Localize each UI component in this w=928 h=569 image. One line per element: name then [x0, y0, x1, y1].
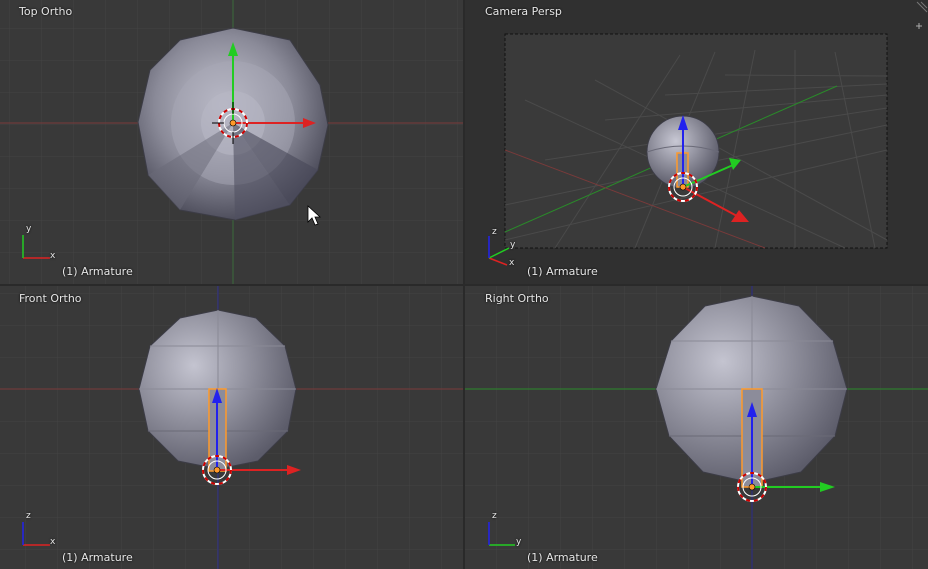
- viewport-front-ortho[interactable]: Front Ortho z x (1) Armature: [0, 286, 463, 569]
- front-ortho-canvas[interactable]: [0, 286, 463, 569]
- axis-label-c: z: [492, 227, 497, 237]
- top-ortho-canvas[interactable]: [0, 0, 463, 284]
- camera-persp-canvas[interactable]: [465, 0, 928, 284]
- axis-label-a: x: [50, 537, 56, 547]
- viewport-right-ortho[interactable]: Right Ortho z y (1) Armature: [465, 286, 928, 569]
- axis-label-a: x: [50, 251, 56, 261]
- viewport-separator-horizontal[interactable]: [0, 284, 928, 286]
- viewport-top-ortho[interactable]: Top Ortho y x (1) Armature: [0, 0, 463, 284]
- axis-label-b: z: [492, 511, 497, 521]
- object-label: (1) Armature: [62, 265, 133, 278]
- object-label: (1) Armature: [527, 551, 598, 564]
- object-label: (1) Armature: [527, 265, 598, 278]
- axis-label-b: y: [26, 224, 32, 234]
- axis-label-a: y: [516, 537, 522, 547]
- axis-label-b: z: [26, 511, 31, 521]
- viewport-title: Camera Persp: [485, 5, 562, 18]
- right-ortho-canvas[interactable]: [465, 286, 928, 569]
- axis-label-b: y: [510, 240, 516, 250]
- object-label: (1) Armature: [62, 551, 133, 564]
- viewport-title: Top Ortho: [19, 5, 73, 18]
- viewport-title: Front Ortho: [19, 292, 82, 305]
- viewport-camera-persp[interactable]: Camera Persp z y x (1) Armature: [465, 0, 928, 284]
- axis-label-a: x: [509, 258, 515, 268]
- viewport-title: Right Ortho: [485, 292, 549, 305]
